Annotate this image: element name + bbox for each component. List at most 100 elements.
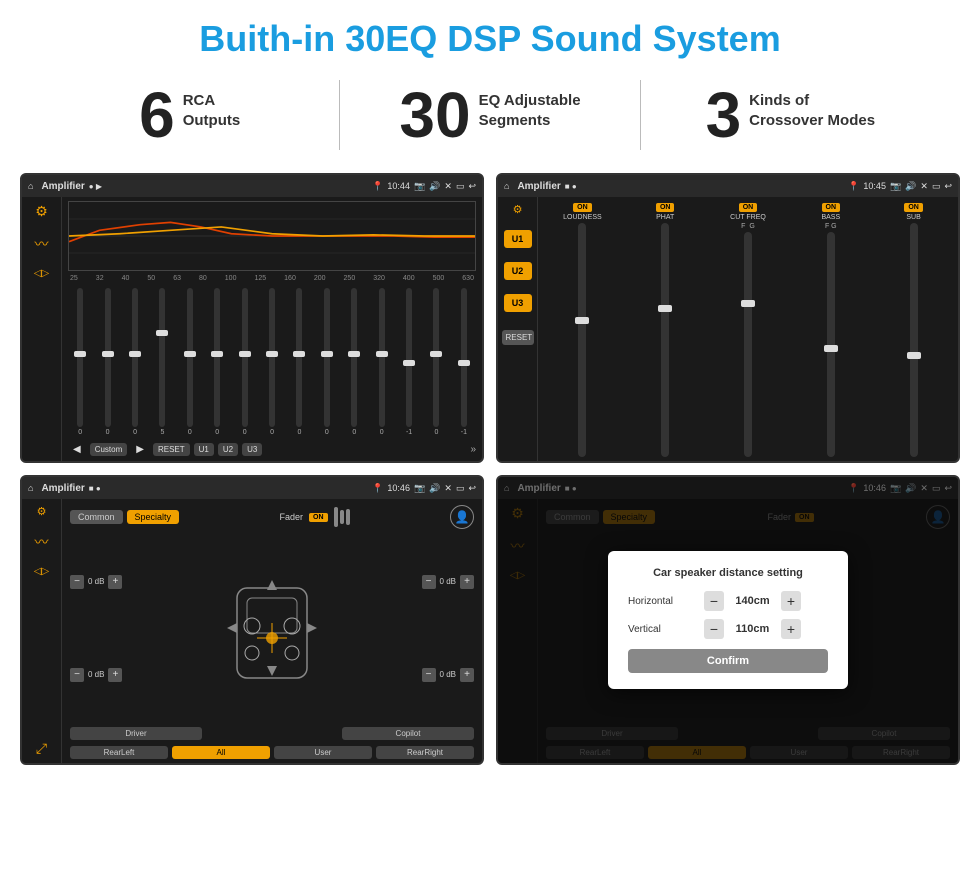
cs-tab-row: Common Specialty Fader ON 👤 [70, 505, 474, 529]
left-top-plus[interactable]: + [108, 575, 122, 589]
dots-2: ■ ● [565, 182, 577, 191]
right-vol-controls: − 0 dB + − 0 dB + [422, 535, 474, 721]
loudness-label: LOUDNESS [563, 214, 602, 221]
all-btn[interactable]: All [172, 746, 270, 759]
amp-controls: ON LOUDNESS ON PHAT ON [544, 203, 952, 457]
right-top-minus[interactable]: − [422, 575, 436, 589]
status-bar-2: ⌂ Amplifier ■ ● 📍 10:45 📷 🔊 ✕ ▭ ↩ [498, 175, 958, 197]
eq-slider-13: 0 [424, 286, 448, 436]
sub-on-badge[interactable]: ON [904, 203, 923, 212]
profile-icon[interactable]: 👤 [450, 505, 474, 529]
back-icon-1[interactable]: ↩ [468, 181, 476, 192]
cutfreq-slider[interactable] [744, 232, 752, 457]
home-icon-1[interactable]: ⌂ [28, 181, 33, 191]
close-icon-2[interactable]: ✕ [920, 181, 928, 192]
camera-icon-1: 📷 [414, 181, 425, 192]
car-diagram-svg [222, 568, 322, 688]
eq-icon[interactable]: ⚙ [35, 203, 48, 220]
home-icon-3[interactable]: ⌂ [28, 483, 33, 493]
bass-on-badge[interactable]: ON [822, 203, 841, 212]
rearright-btn[interactable]: RearRight [376, 746, 474, 759]
fader-label: Fader [280, 512, 304, 522]
loudness-slider[interactable] [578, 223, 586, 457]
dialog-confirm-btn[interactable]: Confirm [628, 649, 828, 673]
status-icons-3: 📍 10:46 📷 🔊 ✕ ▭ ↩ [372, 483, 476, 494]
user-btn[interactable]: User [274, 746, 372, 759]
phat-on-badge[interactable]: ON [656, 203, 675, 212]
stat-eq: 30 EQ AdjustableSegments [360, 83, 619, 147]
loudness-control: ON LOUDNESS [544, 203, 621, 457]
driver-btn[interactable]: Driver [70, 727, 202, 740]
rearleft-btn[interactable]: RearLeft [70, 746, 168, 759]
eq-slider-8: 0 [287, 286, 311, 436]
window-icon-1[interactable]: ▭ [456, 181, 465, 192]
stat-divider-2 [640, 80, 641, 150]
speaker-layout-area: − 0 dB + − 0 dB + [70, 535, 474, 721]
eq-graph [68, 201, 476, 271]
u1-btn[interactable]: U1 [504, 230, 532, 248]
tab-common[interactable]: Common [70, 510, 123, 524]
back-icon-3[interactable]: ↩ [468, 483, 476, 494]
copilot-btn[interactable]: Copilot [342, 727, 474, 740]
left-top-val: 0 dB [88, 577, 104, 586]
wave-icon[interactable]: 〰 [35, 234, 49, 254]
cs-wave-icon[interactable]: 〰 [35, 532, 49, 552]
cs-main: Common Specialty Fader ON 👤 [62, 499, 482, 763]
dialog-vertical-minus[interactable]: − [704, 619, 724, 639]
left-top-minus[interactable]: − [70, 575, 84, 589]
eq-next-btn[interactable]: ▶ [131, 442, 149, 457]
bass-slider[interactable] [827, 232, 835, 457]
tab-specialty[interactable]: Specialty [127, 510, 180, 524]
eq-u2-btn[interactable]: U2 [218, 443, 238, 456]
cs-eq-icon[interactable]: ⚙ [37, 505, 47, 518]
dialog-vertical-plus[interactable]: + [781, 619, 801, 639]
screen3-title: Amplifier [41, 483, 84, 494]
screens-grid: ⌂ Amplifier ● ▶ 📍 10:44 📷 🔊 ✕ ▭ ↩ ⚙ 〰 ◁▷ [0, 165, 980, 777]
back-icon-2[interactable]: ↩ [944, 181, 952, 192]
volume-ctrl-icon[interactable]: ◁▷ [34, 268, 49, 279]
eq-slider-12: -1 [397, 286, 421, 436]
home-icon-2[interactable]: ⌂ [504, 181, 509, 191]
close-icon-3[interactable]: ✕ [444, 483, 452, 494]
eq-expand-icon[interactable]: » [470, 444, 476, 455]
dialog-vertical-value: 110cm [730, 623, 775, 635]
loudness-on-badge[interactable]: ON [573, 203, 592, 212]
amp-eq-icon[interactable]: ⚙ [513, 203, 523, 216]
dialog-horizontal-minus[interactable]: − [704, 591, 724, 611]
camera-icon-3: 📷 [414, 483, 425, 494]
eq-u3-btn[interactable]: U3 [242, 443, 262, 456]
phat-slider[interactable] [661, 223, 669, 457]
dialog-overlay: Car speaker distance setting Horizontal … [498, 477, 958, 763]
window-icon-3[interactable]: ▭ [456, 483, 465, 494]
right-bot-plus[interactable]: + [460, 668, 474, 682]
stat-number-rca: 6 [139, 83, 175, 147]
cs-expand-icon[interactable]: ⤢ [36, 740, 47, 757]
right-bot-minus[interactable]: − [422, 668, 436, 682]
sub-slider[interactable] [910, 223, 918, 457]
dialog-vertical-label: Vertical [628, 624, 698, 635]
eq-prev-btn[interactable]: ◀ [68, 442, 86, 457]
eq-slider-5: 0 [205, 286, 229, 436]
dialog-title: Car speaker distance setting [628, 567, 828, 579]
volume-icon-3: 🔊 [429, 483, 440, 494]
spacer-btn [206, 727, 338, 740]
left-bot-plus[interactable]: + [108, 668, 122, 682]
left-panel-1: ⚙ 〰 ◁▷ [22, 197, 62, 461]
eq-reset-btn[interactable]: RESET [153, 443, 190, 456]
dialog-horizontal-plus[interactable]: + [781, 591, 801, 611]
fader-on-badge[interactable]: ON [309, 513, 328, 522]
cs-bottom-buttons: Driver Copilot [70, 727, 474, 740]
eq-slider-7: 0 [260, 286, 284, 436]
cutfreq-on-badge[interactable]: ON [739, 203, 758, 212]
u3-btn[interactable]: U3 [504, 294, 532, 312]
stat-divider-1 [339, 80, 340, 150]
eq-slider-10: 0 [342, 286, 366, 436]
right-top-plus[interactable]: + [460, 575, 474, 589]
u2-btn[interactable]: U2 [504, 262, 532, 280]
eq-u1-btn[interactable]: U1 [194, 443, 214, 456]
close-icon-1[interactable]: ✕ [444, 181, 452, 192]
window-icon-2[interactable]: ▭ [932, 181, 941, 192]
amp-reset-btn[interactable]: RESET [502, 330, 534, 345]
left-bot-minus[interactable]: − [70, 668, 84, 682]
cs-vol-icon[interactable]: ◁▷ [34, 566, 49, 577]
